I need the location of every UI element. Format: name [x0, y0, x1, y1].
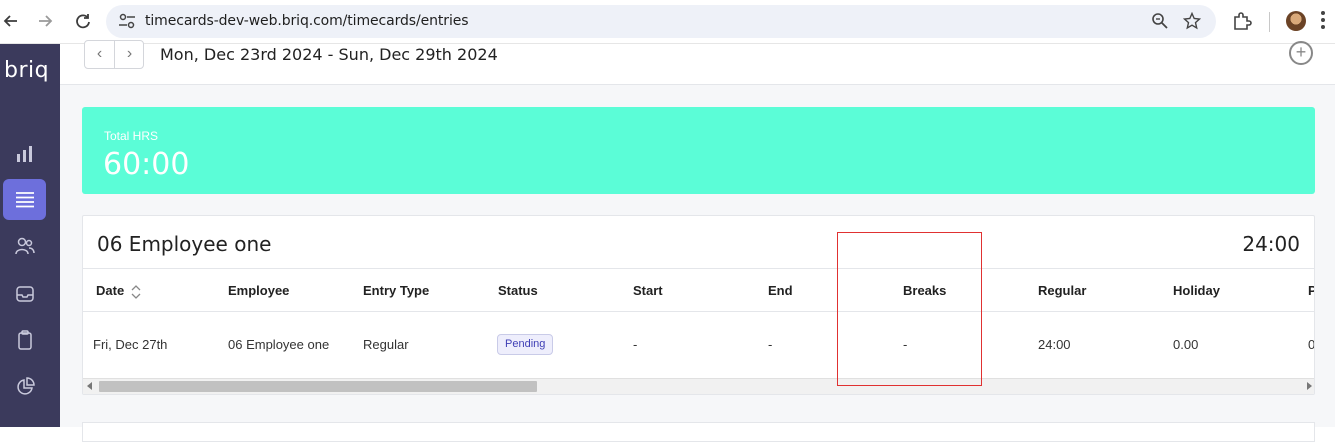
tune-icon[interactable]: [118, 13, 136, 29]
column-header-end: End: [768, 283, 793, 298]
cell-start: -: [633, 337, 638, 352]
column-header-regular: Regular: [1038, 283, 1087, 298]
column-header-holiday: Holiday: [1173, 283, 1220, 298]
zoom-icon[interactable]: [1150, 12, 1170, 32]
url-text[interactable]: timecards-dev-web.briq.com/timecards/ent…: [145, 13, 469, 29]
sidebar-item-inbox[interactable]: [3, 273, 46, 314]
scroll-left-icon[interactable]: [87, 382, 92, 390]
list-icon: [16, 192, 34, 208]
table-row[interactable]: Fri, Dec 27th 06 Employee one Regular Pe…: [83, 312, 1315, 378]
week-header: ‹ › Mon, Dec 23rd 2024 - Sun, Dec 29th 2…: [60, 40, 1335, 85]
add-entry-button[interactable]: +: [1289, 41, 1313, 65]
scroll-right-icon[interactable]: [1307, 382, 1312, 390]
forward-arrow-icon[interactable]: [34, 10, 56, 32]
avatar[interactable]: [1286, 11, 1306, 31]
star-icon[interactable]: [1182, 11, 1202, 32]
browser-toolbar: timecards-dev-web.briq.com/timecards/ent…: [0, 0, 1335, 44]
cell-holiday: 0.00: [1173, 337, 1199, 352]
main-content: ‹ › Mon, Dec 23rd 2024 - Sun, Dec 29th 2…: [60, 40, 1335, 442]
reload-icon[interactable]: [72, 10, 94, 32]
column-header-start: Start: [633, 283, 663, 298]
date-range: Mon, Dec 23rd 2024 - Sun, Dec 29th 2024: [160, 45, 498, 64]
employee-name: 06 Employee one: [97, 232, 272, 256]
toolbar-divider: [1269, 12, 1270, 32]
total-hours-card: Total HRS 60:00: [82, 107, 1315, 194]
cell-entry-type: Regular: [363, 337, 409, 352]
sort-icon[interactable]: [131, 283, 141, 301]
back-arrow-icon[interactable]: [0, 10, 22, 32]
sidebar-item-analytics[interactable]: [3, 366, 46, 407]
sidebar: briq: [0, 44, 60, 427]
horizontal-scrollbar[interactable]: [83, 378, 1314, 394]
employee-card: 06 Employee one 24:00 Date Employee Entr…: [82, 215, 1315, 395]
total-hours-value: 60:00: [103, 147, 190, 182]
column-header-p: P: [1308, 283, 1314, 298]
next-week-button[interactable]: ›: [115, 41, 144, 68]
column-header-date[interactable]: Date: [96, 283, 124, 298]
week-pager: ‹ ›: [84, 40, 144, 69]
status-badge: Pending: [497, 334, 554, 355]
logo[interactable]: briq: [4, 58, 49, 83]
puzzle-icon[interactable]: [1232, 11, 1252, 31]
highlight-box: [837, 232, 982, 386]
sidebar-item-reports[interactable]: [3, 319, 46, 360]
cell-regular: 24:00: [1038, 337, 1071, 352]
pie-chart-icon: [17, 377, 35, 395]
next-employee-card: [82, 422, 1315, 442]
total-hours-label: Total HRS: [104, 129, 159, 143]
kebab-menu-icon[interactable]: [1320, 9, 1326, 33]
address-bar[interactable]: timecards-dev-web.briq.com/timecards/ent…: [106, 5, 1216, 38]
cell-employee: 06 Employee one: [228, 337, 330, 352]
column-header-employee: Employee: [228, 283, 290, 298]
cell-p: 0: [1308, 337, 1315, 352]
column-header-status: Status: [498, 283, 538, 298]
sidebar-item-dashboard[interactable]: [3, 133, 46, 174]
table-header: Date Employee Entry Type Status Start En…: [83, 268, 1314, 312]
bar-chart-icon: [17, 146, 32, 162]
employee-total-hours: 24:00: [1242, 232, 1300, 256]
clipboard-icon: [18, 330, 32, 350]
users-icon: [15, 237, 35, 255]
sidebar-item-employees[interactable]: [3, 225, 46, 266]
sidebar-item-entries[interactable]: [3, 179, 46, 220]
column-header-entry-type: Entry Type: [363, 283, 430, 298]
cell-date: Fri, Dec 27th: [93, 337, 168, 352]
inbox-icon: [16, 286, 34, 302]
cell-end: -: [768, 337, 773, 352]
scrollbar-thumb[interactable]: [99, 381, 537, 392]
prev-week-button[interactable]: ‹: [85, 41, 114, 68]
